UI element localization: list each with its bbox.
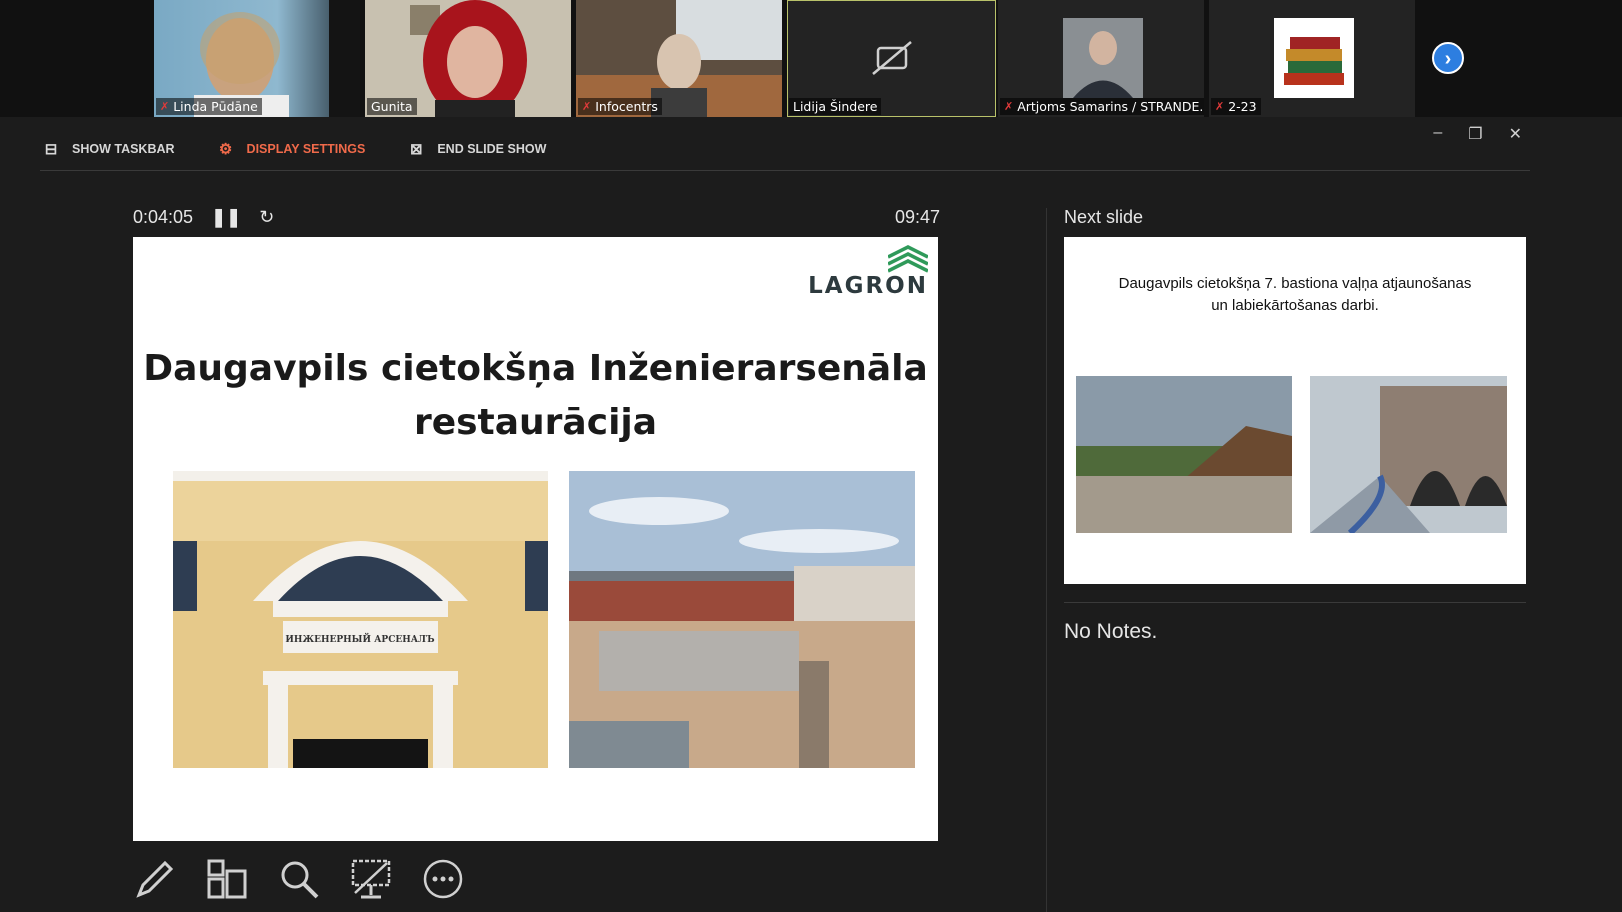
end-slide-show-button[interactable]: ⊠ END SLIDE SHOW xyxy=(405,140,546,158)
participant-tile[interactable]: Lidija Šindere xyxy=(787,0,996,117)
show-taskbar-button[interactable]: ⊟ SHOW TASKBAR xyxy=(40,140,175,158)
slide-tools xyxy=(133,857,465,901)
pause-icon[interactable]: ❚❚ xyxy=(211,207,241,228)
participant-name: Artjoms Samarins / STRANDE... xyxy=(1017,99,1204,114)
slide-title-line: restaurācija xyxy=(413,402,658,443)
current-slide: LAGRON Daugavpils cietokšņa Inženierarse… xyxy=(133,237,938,841)
next-slide-preview[interactable]: Daugavpils cietokšņa 7. bastiona vaļņa a… xyxy=(1064,237,1526,584)
display-settings-button[interactable]: ⚙ DISPLAY SETTINGS xyxy=(215,140,366,158)
divider xyxy=(40,170,1530,171)
participant-tile[interactable]: ✗ Infocentrs xyxy=(576,0,782,117)
participants-strip: ✗ Linda Pūdāne Gunita ✗ Infocentrs Lidij… xyxy=(0,0,1622,117)
next-slide-title-line: Daugavpils cietokšņa 7. bastiona vaļņa a… xyxy=(1118,275,1472,292)
participant-tile[interactable]: ✗ Artjoms Samarins / STRANDE... xyxy=(998,0,1204,117)
more-options-icon[interactable] xyxy=(421,857,465,901)
next-slide-title: Daugavpils cietokšņa 7. bastiona vaļņa a… xyxy=(1064,273,1526,317)
participant-tile[interactable]: ✗ 2-23 xyxy=(1209,0,1415,117)
divider xyxy=(1064,602,1526,603)
zoom-icon[interactable] xyxy=(277,857,321,901)
pen-icon[interactable] xyxy=(133,857,177,901)
participant-name: Infocentrs xyxy=(595,99,658,114)
display-settings-icon: ⚙ xyxy=(218,141,233,158)
mic-off-icon: ✗ xyxy=(160,100,170,113)
timer: 0:04:05 ❚❚ ↻ xyxy=(133,207,274,228)
display-settings-label: DISPLAY SETTINGS xyxy=(246,142,366,156)
bastion-earthworks-photo xyxy=(1076,376,1292,533)
black-screen-icon[interactable] xyxy=(349,857,393,901)
mic-off-icon: ✗ xyxy=(1215,100,1225,113)
speaker-notes: No Notes. xyxy=(1064,620,1158,643)
taskbar-icon: ⊟ xyxy=(44,141,58,158)
books-avatar xyxy=(1274,18,1354,98)
presenter-toolbar: ⊟ SHOW TASKBAR ⚙ DISPLAY SETTINGS ⊠ END … xyxy=(40,134,586,164)
window-controls: – ❐ ✕ xyxy=(1433,124,1522,144)
participant-tile[interactable]: ✗ Linda Pūdāne xyxy=(154,0,360,117)
next-slide-title-line: un labiekārtošanas darbi. xyxy=(1211,297,1379,314)
end-show-icon: ⊠ xyxy=(410,141,423,158)
arsenal-facade-photo: ИНЖЕНЕРНЫЙ АРСЕНАЛЪ xyxy=(173,471,548,768)
current-clock: 09:47 xyxy=(894,207,940,227)
bastion-arches-photo xyxy=(1310,376,1507,533)
restore-icon[interactable]: ❐ xyxy=(1468,124,1482,144)
logo-text: LAGRON xyxy=(808,273,928,299)
show-taskbar-label: SHOW TASKBAR xyxy=(72,142,175,156)
courtyard-photo xyxy=(569,471,915,768)
end-slide-show-label: END SLIDE SHOW xyxy=(437,142,547,156)
avatar xyxy=(1063,18,1143,98)
slide-title-line: Daugavpils cietokšņa Inženierarsenāla xyxy=(143,348,928,389)
lagron-logo: LAGRON xyxy=(808,245,928,299)
see-all-slides-icon[interactable] xyxy=(205,857,249,901)
next-slide-label: Next slide xyxy=(1064,207,1144,227)
next-participants-button[interactable]: › xyxy=(1432,42,1464,74)
participant-tile[interactable]: Gunita xyxy=(365,0,571,117)
close-icon[interactable]: ✕ xyxy=(1509,124,1522,144)
logo-mark-icon xyxy=(888,245,928,273)
mic-off-icon: ✗ xyxy=(1004,100,1014,113)
pane-divider xyxy=(1046,208,1047,912)
chevron-right-icon: › xyxy=(1444,48,1452,70)
elapsed-time: 0:04:05 xyxy=(133,207,194,227)
minimize-icon[interactable]: – xyxy=(1433,124,1442,144)
mic-off-icon: ✗ xyxy=(582,100,592,113)
restart-icon[interactable]: ↻ xyxy=(259,207,274,228)
participant-name: Linda Pūdāne xyxy=(173,99,258,114)
slide-title: Daugavpils cietokšņa Inženierarsenāla re… xyxy=(133,342,938,450)
participant-name: Gunita xyxy=(371,99,413,114)
participant-name: 2-23 xyxy=(1228,99,1257,114)
participant-name: Lidija Šindere xyxy=(793,99,878,114)
